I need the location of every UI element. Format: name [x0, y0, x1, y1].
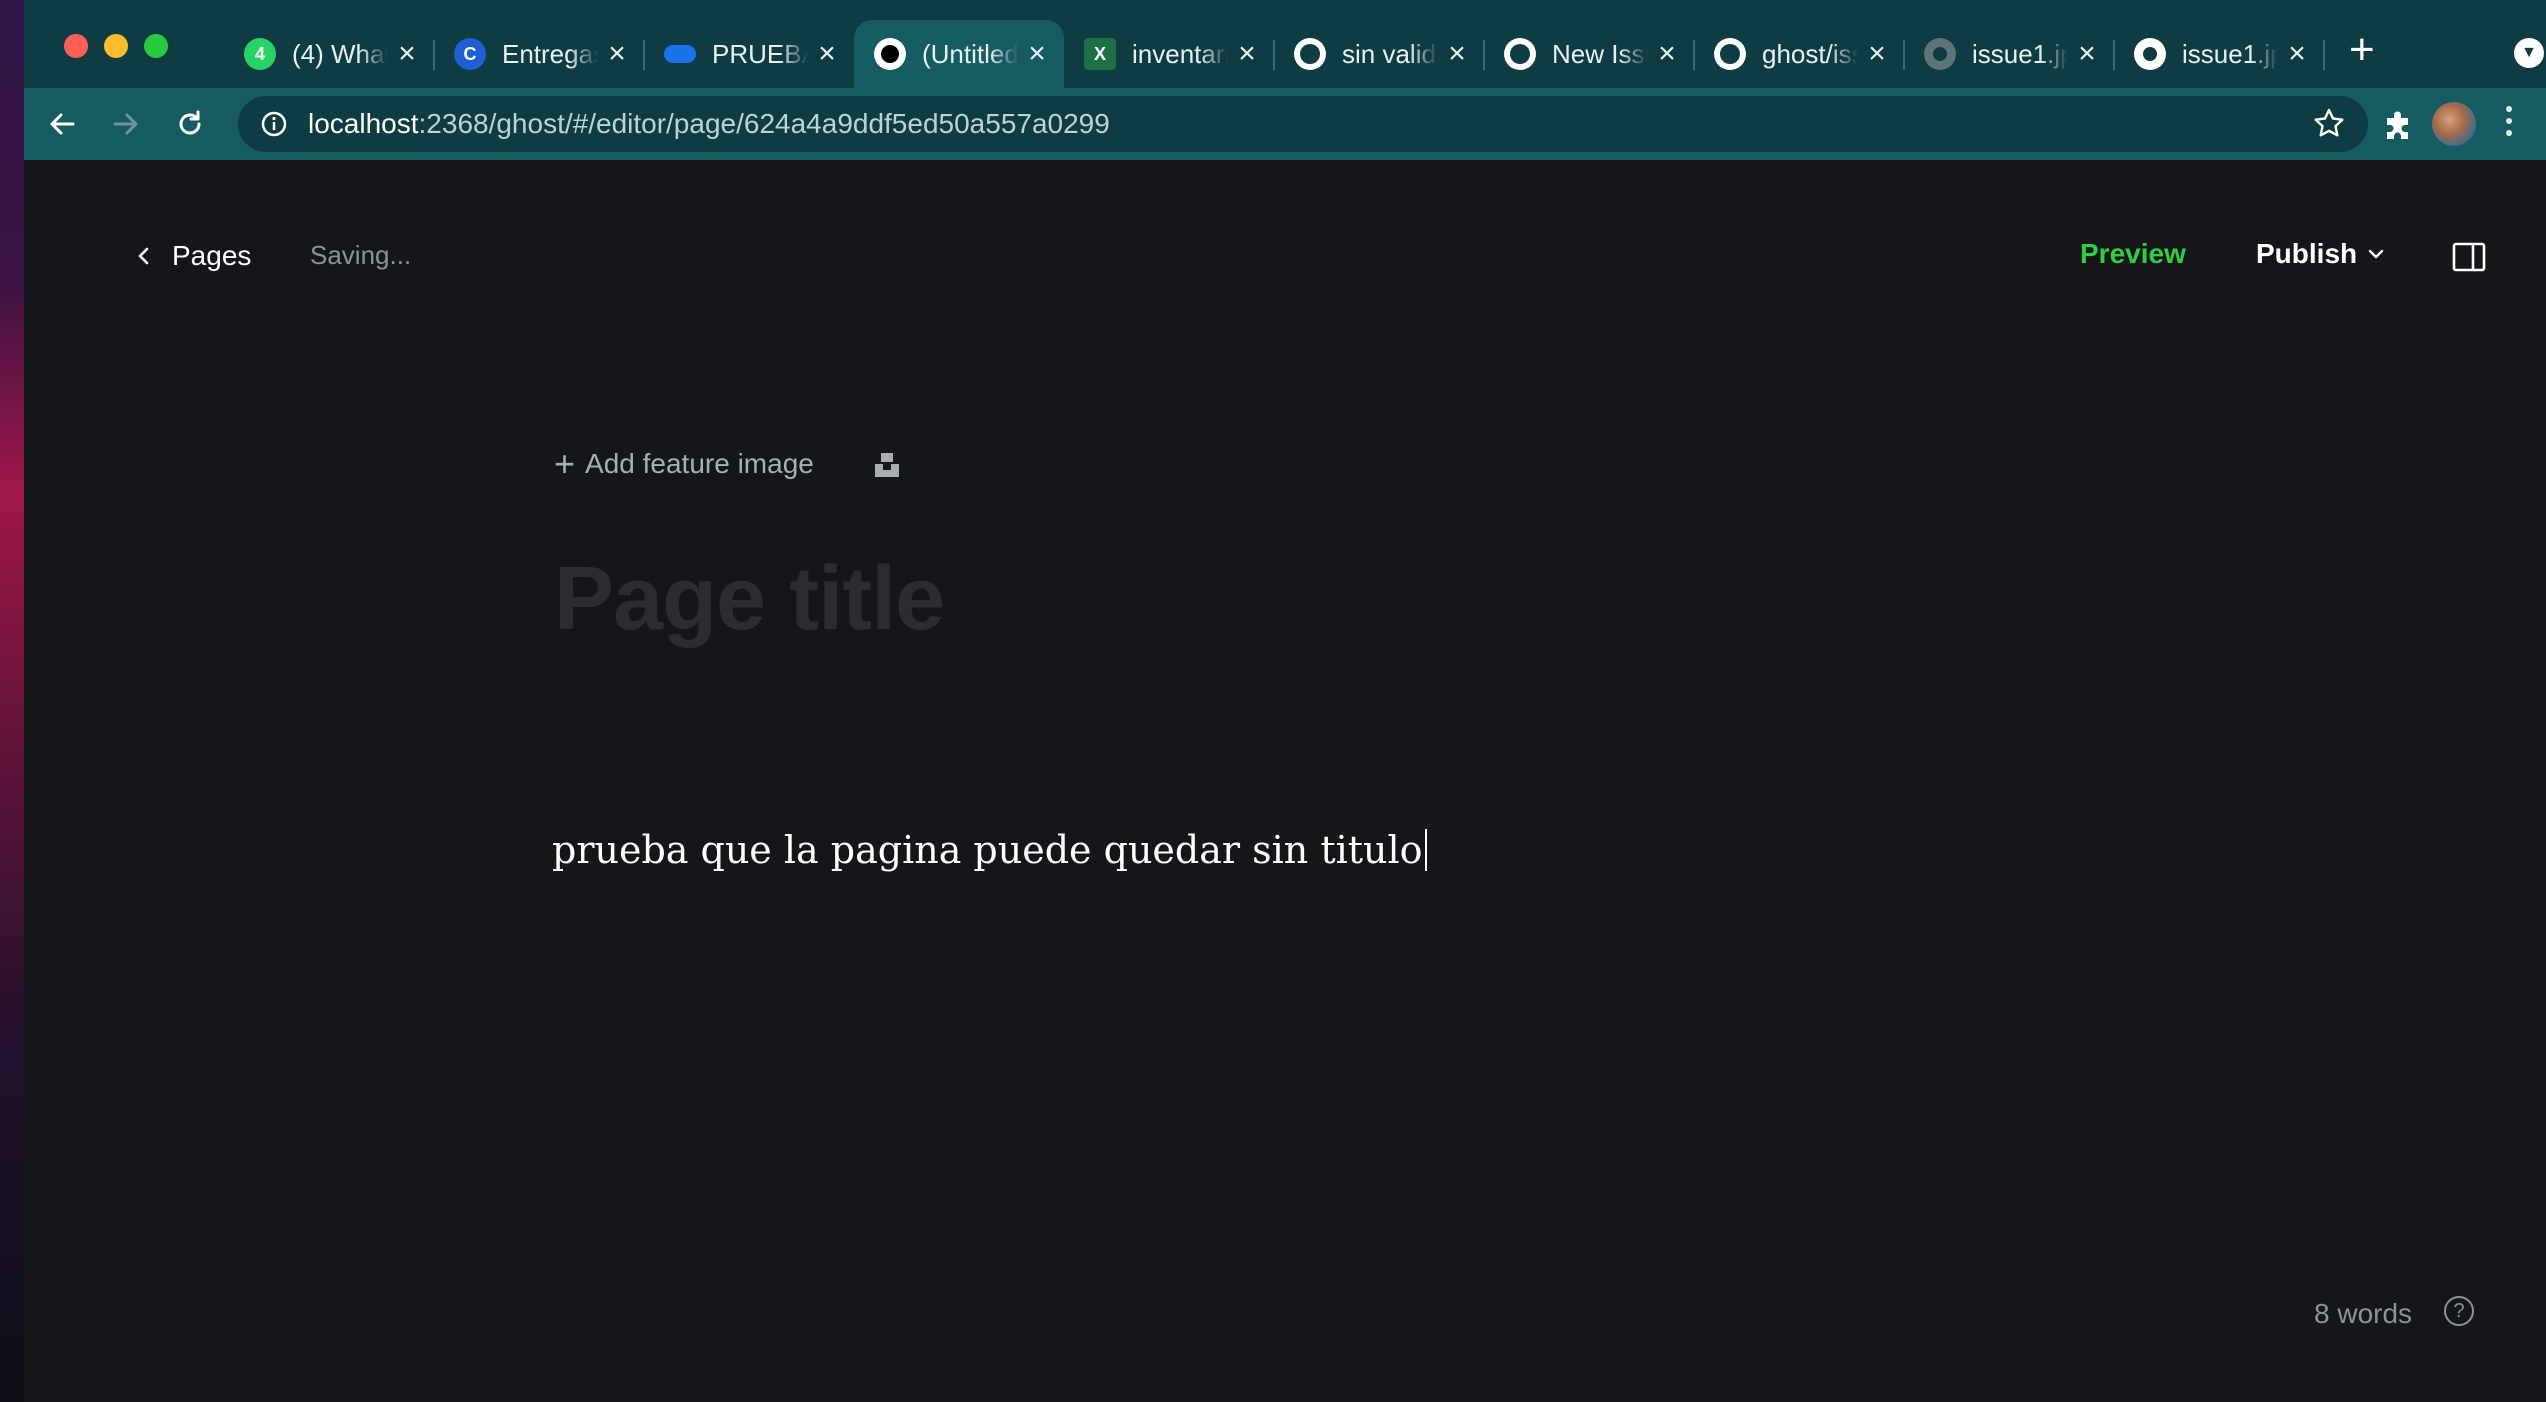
settings-sidebar-toggle-icon[interactable] [2452, 242, 2486, 277]
github-icon [1294, 38, 1326, 70]
add-feature-image-label: Add feature image [585, 448, 814, 479]
extensions-puzzle-icon[interactable] [2381, 108, 2415, 147]
browser-tab-label: Entregas [502, 38, 598, 69]
browser-tab[interactable]: New Issue× [1484, 20, 1694, 88]
excel-icon: X [1084, 38, 1116, 70]
forward-button[interactable] [104, 102, 148, 146]
profile-avatar[interactable] [2432, 102, 2476, 146]
ghost-icon [874, 38, 906, 70]
tab-separator [1693, 40, 1695, 70]
tab-separator [1903, 40, 1905, 70]
chevron-down-icon [2368, 249, 2384, 259]
arrow-right-icon [113, 113, 138, 135]
onedrive-icon [664, 38, 696, 70]
tab-search-button[interactable]: ▼ [2514, 38, 2544, 68]
close-tab-icon[interactable]: × [1024, 37, 1050, 71]
tab-separator [2323, 40, 2325, 70]
tab-separator [2113, 40, 2115, 70]
close-window-button[interactable] [64, 34, 88, 58]
info-icon [261, 111, 287, 137]
github-icon [1714, 38, 1746, 70]
reload-button[interactable] [168, 102, 212, 146]
tab-separator [1273, 40, 1275, 70]
close-tab-icon[interactable]: × [394, 37, 420, 71]
browser-tab[interactable]: issue1.jpg× [1904, 20, 2114, 88]
browser-tab[interactable]: 4 (4) WhatsApp× [224, 20, 434, 88]
close-tab-icon[interactable]: × [1234, 37, 1260, 71]
browser-tab[interactable]: PRUEBAS× [644, 20, 854, 88]
close-tab-icon[interactable]: × [604, 37, 630, 71]
arrow-left-icon [50, 113, 75, 135]
tab-separator [643, 40, 645, 70]
close-tab-icon[interactable]: × [1654, 37, 1680, 71]
back-button[interactable] [40, 102, 84, 146]
chevron-left-icon [138, 247, 149, 265]
browser-window: 4(4) WhatsApp×CEntregas×PRUEBAS×(Untitle… [24, 0, 2546, 1402]
back-to-pages-link[interactable]: Pages [136, 240, 251, 272]
page-title-input[interactable]: Page title [554, 548, 945, 651]
browser-tab-label: ghost/issues [1762, 38, 1858, 69]
help-icon[interactable]: ? [2444, 1296, 2474, 1326]
browser-tab-label: PRUEBAS [712, 38, 808, 69]
plus-icon: + [554, 443, 576, 484]
browser-tab[interactable]: issue1.jpg× [2114, 20, 2324, 88]
text-cursor [1424, 829, 1427, 871]
browser-tab[interactable]: ghost/issues× [1694, 20, 1904, 88]
close-tab-icon[interactable]: × [2284, 37, 2310, 71]
close-tab-icon[interactable]: × [2074, 37, 2100, 71]
url-text[interactable]: localhost:2368/ghost/#/editor/page/624a4… [308, 108, 1110, 140]
publish-label: Publish [2256, 238, 2358, 269]
browser-tab[interactable]: Xinventario× [1064, 20, 1274, 88]
tab-strip: 4(4) WhatsApp×CEntregas×PRUEBAS×(Untitle… [24, 0, 2546, 88]
browser-tab-label: (4) WhatsApp [292, 38, 388, 69]
whatsapp-icon: 4 [244, 38, 276, 70]
body-paragraph: prueba que la pagina puede quedar sin ti… [552, 828, 1423, 872]
add-feature-image-button[interactable]: + Add feature image [554, 443, 814, 484]
save-status: Saving... [310, 240, 412, 270]
browser-tab[interactable]: sin validacion× [1274, 20, 1484, 88]
close-tab-icon[interactable]: × [1444, 37, 1470, 71]
fullscreen-window-button[interactable] [144, 34, 168, 58]
globe-icon [1924, 38, 1956, 70]
close-tab-icon[interactable]: × [814, 37, 840, 71]
ghost-editor: Pages Saving... Preview Publish + Add fe… [24, 160, 2546, 1402]
desktop-wallpaper [0, 0, 24, 1402]
browser-tab[interactable]: C Entregas × [434, 20, 644, 88]
browser-tab-label: inventario [1132, 38, 1228, 69]
url-path: :2368/ghost/#/editor/page/624a4a9ddf5ed5… [418, 108, 1110, 139]
tab-separator [1483, 40, 1485, 70]
address-bar[interactable]: localhost:2368/ghost/#/editor/page/624a4… [238, 96, 2368, 152]
minimize-window-button[interactable] [104, 34, 128, 58]
url-host: localhost [308, 108, 419, 139]
github-icon [1504, 38, 1536, 70]
coursera-icon: C [454, 38, 486, 70]
page-body-editor[interactable]: prueba que la pagina puede quedar sin ti… [552, 828, 1427, 872]
new-tab-button[interactable]: + [2349, 28, 2375, 72]
browser-tab-label: New Issue [1552, 38, 1648, 69]
publish-button[interactable]: Publish [2256, 238, 2385, 270]
bookmark-star-icon[interactable] [2312, 106, 2346, 145]
preview-button[interactable]: Preview [2080, 238, 2186, 270]
unsplash-icon[interactable] [872, 450, 902, 485]
globe-icon [2134, 38, 2166, 70]
browser-tab[interactable]: (Untitled) × [854, 20, 1064, 88]
browser-tab-label: (Untitled) [922, 38, 1018, 69]
browser-menu-icon[interactable] [2504, 106, 2514, 136]
reload-icon [179, 110, 201, 135]
browser-toolbar: localhost:2368/ghost/#/editor/page/624a4… [24, 88, 2546, 160]
word-count: 8 words [2314, 1298, 2413, 1329]
tab-separator [433, 40, 435, 70]
browser-tab-label: issue1.jpg [2182, 38, 2278, 69]
back-to-pages-label: Pages [172, 240, 252, 271]
browser-tab-label: sin validacion [1342, 38, 1438, 69]
browser-tab-label: issue1.jpg [1972, 38, 2068, 69]
close-tab-icon[interactable]: × [1864, 37, 1890, 71]
